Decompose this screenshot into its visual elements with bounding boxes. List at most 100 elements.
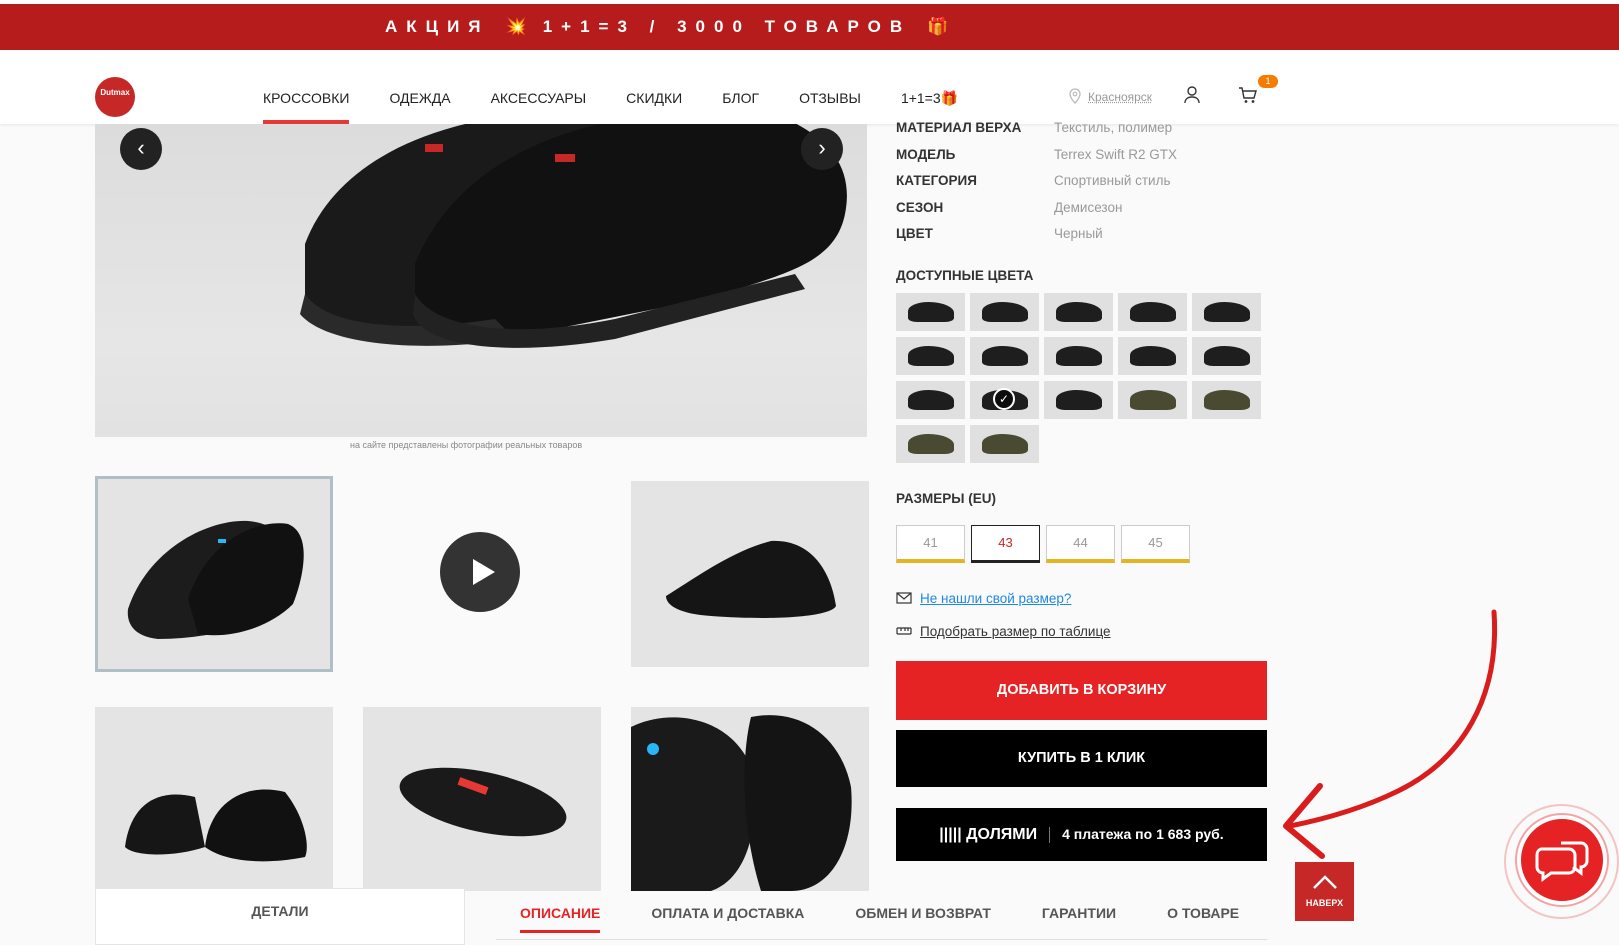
cart-count-badge: 1: [1258, 75, 1278, 88]
gift-icon: 🎁: [940, 90, 959, 106]
thumbnail-3[interactable]: [631, 481, 869, 667]
nav-item-discounts[interactable]: СКИДКИ: [626, 50, 682, 124]
prev-image-button[interactable]: ‹: [120, 128, 162, 170]
logo[interactable]: Dutmax: [95, 77, 135, 117]
promo-banner[interactable]: АКЦИЯ 💥 1+1=3 / 3000 ТОВАРОВ 🎁: [0, 4, 1619, 50]
color-swatch[interactable]: [1192, 293, 1261, 331]
location-pin-icon: [1069, 88, 1081, 104]
chevron-up-icon: [1313, 875, 1337, 889]
check-icon: ✓: [993, 388, 1015, 410]
dolyami-brand: ||||| ДОЛЯМИ: [939, 826, 1038, 843]
color-swatch[interactable]: [1192, 337, 1261, 375]
dolyami-button[interactable]: ||||| ДОЛЯМИ 4 платежа по 1 683 руб.: [896, 808, 1267, 861]
shoe-image: [982, 434, 1028, 454]
thumbnail-1[interactable]: [95, 476, 333, 672]
nav-item-blog[interactable]: БЛОГ: [722, 50, 759, 124]
spec-row: ЦВЕТ Черный: [896, 226, 1177, 253]
thumbnail-4[interactable]: [95, 707, 333, 891]
color-swatch[interactable]: [1118, 337, 1187, 375]
shoe-image: [908, 434, 954, 454]
size-option[interactable]: 44: [1046, 525, 1115, 563]
color-swatch[interactable]: [970, 337, 1039, 375]
spec-value: Спортивный стиль: [1054, 173, 1171, 188]
shoe-image: [1056, 302, 1102, 322]
shoe-image: [908, 302, 954, 322]
buy-one-click-button[interactable]: КУПИТЬ В 1 КЛИК: [896, 730, 1267, 787]
color-swatch[interactable]: [970, 293, 1039, 331]
color-swatches: ✓: [896, 293, 1266, 463]
gallery-caption: на сайте представлены фотографии реальны…: [350, 440, 583, 450]
user-icon[interactable]: [1183, 86, 1201, 104]
tab-guarantees[interactable]: ГАРАНТИИ: [1042, 905, 1116, 933]
nav-item-accessories[interactable]: АКСЕССУАРЫ: [491, 50, 587, 124]
add-to-cart-button[interactable]: ДОБАВИТЬ В КОРЗИНУ: [896, 661, 1267, 720]
city-selector[interactable]: Красноярск: [1088, 90, 1152, 104]
spec-key: СЕЗОН: [896, 199, 944, 215]
shoe-image: [1204, 302, 1250, 322]
color-swatch[interactable]: [896, 337, 965, 375]
size-table-link[interactable]: Подобрать размер по таблице: [920, 624, 1111, 639]
tab-exchange-return[interactable]: ОБМЕН И ВОЗВРАТ: [855, 905, 991, 933]
scroll-up-button[interactable]: НАВЕРХ: [1295, 862, 1354, 921]
main-product-image[interactable]: ‹ ›: [95, 124, 867, 437]
shoe-image: [631, 715, 852, 891]
spec-key: МАТЕРИАЛ ВЕРХА: [896, 120, 1022, 135]
thumbnail-5[interactable]: [363, 707, 601, 891]
nav-item-sneakers[interactable]: КРОССОВКИ: [263, 50, 350, 124]
cart-icon[interactable]: [1238, 86, 1258, 104]
shoe-image: [1130, 346, 1176, 366]
size-option[interactable]: 41: [896, 525, 965, 563]
shoe-image: [908, 346, 954, 366]
size-selector: 41 43 44 45: [896, 525, 1190, 563]
logo-text: Dutmax: [100, 88, 130, 97]
shoe-image: [1130, 302, 1176, 322]
nav-item-reviews[interactable]: ОТЗЫВЫ: [799, 50, 861, 124]
chat-button[interactable]: [1517, 815, 1607, 905]
product-specs: МАТЕРИАЛ ВЕРХА Текстиль, полимер МОДЕЛЬ Te…: [896, 120, 1177, 253]
shoe-image: [399, 767, 567, 837]
play-video-button[interactable]: [440, 532, 520, 612]
shoe-image: [300, 124, 847, 348]
size-not-found-link[interactable]: Не нашли свой размер?: [920, 591, 1071, 606]
color-swatch[interactable]: [1118, 381, 1187, 419]
size-option[interactable]: 45: [1121, 525, 1190, 563]
next-image-button[interactable]: ›: [801, 128, 843, 170]
nav-item-promo[interactable]: 1+1=3🎁: [901, 50, 958, 124]
shoe-image: [1056, 346, 1102, 366]
shoe-image: [982, 346, 1028, 366]
thumbnail-6[interactable]: [631, 707, 869, 891]
tab-payment-delivery[interactable]: ОПЛАТА И ДОСТАВКА: [651, 905, 804, 933]
tab-details[interactable]: ДЕТАЛИ: [95, 888, 465, 945]
tab-about-product[interactable]: О ТОВАРЕ: [1167, 905, 1239, 933]
color-swatch[interactable]: [1044, 381, 1113, 419]
tabs-divider: [496, 939, 1267, 940]
play-icon: [473, 559, 495, 585]
spec-row: МОДЕЛЬ Terrex Swift R2 GTX: [896, 147, 1177, 174]
color-swatch[interactable]: [1044, 337, 1113, 375]
size-option-selected[interactable]: 43: [971, 525, 1040, 563]
color-swatch[interactable]: [896, 381, 965, 419]
shoe-image: [666, 540, 836, 618]
spec-value: Текстиль, полимер: [1054, 120, 1173, 135]
spec-value: Черный: [1054, 226, 1103, 241]
main-nav: КРОССОВКИ ОДЕЖДА АКСЕССУАРЫ СКИДКИ БЛОГ …: [263, 50, 998, 124]
shoe-image: [1204, 390, 1250, 410]
color-swatch[interactable]: [970, 425, 1039, 463]
sizes-title: РАЗМЕРЫ (EU): [896, 491, 996, 506]
divider: [1049, 827, 1051, 844]
color-swatch-selected[interactable]: ✓: [970, 381, 1039, 419]
burst-icon: 💥: [505, 17, 527, 36]
tab-description[interactable]: ОПИСАНИЕ: [520, 905, 601, 933]
nav-promo-label: 1+1=3: [900, 90, 941, 106]
product-tabs: ОПИСАНИЕ ОПЛАТА И ДОСТАВКА ОБМЕН И ВОЗВР…: [520, 905, 1290, 933]
spec-key: ЦВЕТ: [896, 226, 933, 241]
nav-item-clothes[interactable]: ОДЕЖДА: [389, 50, 450, 124]
color-swatch[interactable]: [1192, 381, 1261, 419]
color-swatch[interactable]: [896, 293, 965, 331]
spec-value: Демисезон: [1054, 199, 1123, 215]
color-swatch[interactable]: [896, 425, 965, 463]
color-swatch[interactable]: [1118, 293, 1187, 331]
color-swatch[interactable]: [1044, 293, 1113, 331]
shoe-image: [125, 789, 307, 862]
colors-title: ДОСТУПНЫЕ ЦВЕТА: [896, 268, 1034, 283]
